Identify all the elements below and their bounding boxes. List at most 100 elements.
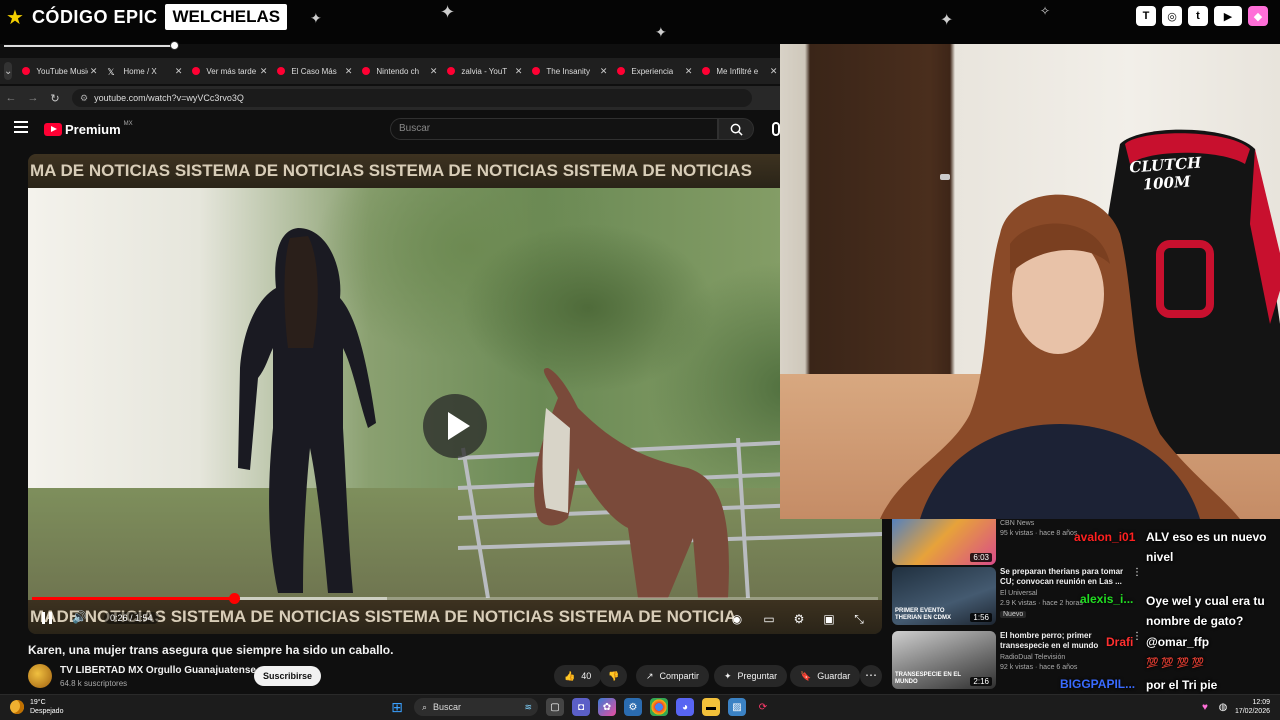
search-button[interactable] bbox=[718, 118, 754, 140]
subtitles-icon[interactable]: ▭ bbox=[758, 608, 780, 630]
recommended-channel[interactable]: El Universal bbox=[1000, 590, 1037, 597]
teams-icon[interactable]: ◘ bbox=[572, 698, 590, 716]
brand-name: WELCHELAS bbox=[165, 4, 288, 30]
sparkle-ask-icon: ✦ bbox=[724, 671, 732, 681]
weather-condition: Despejado bbox=[30, 708, 64, 715]
sparkle-icon: ✦ bbox=[655, 24, 667, 40]
chrome-icon[interactable] bbox=[650, 698, 668, 716]
tab-label: Experiencia bbox=[631, 66, 674, 76]
video-controls: 🔊 0:26 / 1:54 ◉ ▭ ⚙ ▣ ⤡ bbox=[28, 604, 882, 634]
chat-username: avalon_i01 bbox=[1074, 530, 1136, 544]
microphone-icon[interactable] bbox=[772, 122, 780, 136]
tab-close-icon[interactable]: ✕ bbox=[770, 66, 778, 77]
share-button[interactable]: ↗ Compartir bbox=[636, 665, 710, 687]
discord-icon[interactable]: ◕ bbox=[676, 698, 694, 716]
browser-tab[interactable]: Me Infiltré e ✕ bbox=[698, 60, 783, 82]
forward-icon[interactable]: → bbox=[22, 92, 44, 104]
browser-tab[interactable]: zalvia - YouT ✕ bbox=[443, 60, 528, 82]
chat-message: Oye wel y cual era tu bbox=[1146, 594, 1265, 608]
youtube-favicon-icon bbox=[447, 67, 456, 75]
dislike-button[interactable]: 👎 bbox=[600, 665, 628, 687]
copilot-icon[interactable]: ✿ bbox=[598, 698, 616, 716]
site-info-icon[interactable]: ⚙ bbox=[80, 93, 88, 104]
recommended-meta: 92 k vistas · hace 6 años bbox=[1000, 664, 1078, 671]
tab-close-icon[interactable]: ✕ bbox=[515, 66, 523, 77]
youtube-logo[interactable]: Premium MX bbox=[44, 121, 133, 137]
like-button[interactable]: 👍 40 bbox=[554, 665, 602, 687]
menu-icon[interactable] bbox=[14, 121, 28, 133]
autoplay-toggle-icon[interactable]: ◉ bbox=[726, 608, 748, 630]
pause-icon[interactable] bbox=[42, 612, 52, 624]
recommended-meta: 95 k vistas · hace 8 años bbox=[1000, 530, 1078, 537]
tab-close-icon[interactable]: ✕ bbox=[175, 66, 183, 77]
photos-icon[interactable]: ▨ bbox=[728, 698, 746, 716]
tab-close-icon[interactable]: ✕ bbox=[600, 66, 608, 77]
search-input[interactable]: Buscar bbox=[390, 118, 718, 140]
sparkle-icon: ✦ bbox=[940, 12, 954, 29]
tab-close-icon[interactable]: ✕ bbox=[685, 66, 693, 77]
video-thumbnail[interactable]: TRANSESPECIE EN EL MUNDO 2:16 bbox=[892, 631, 996, 689]
browser-address-row: ← → ↻ ⚙ youtube.com/watch?v=wyVCc3rvo3Q bbox=[0, 86, 780, 110]
gem-icon: ◆ bbox=[1248, 6, 1268, 26]
tab-label: Nintendo ch bbox=[376, 66, 420, 76]
tab-close-icon[interactable]: ✕ bbox=[260, 66, 268, 77]
volume-icon[interactable]: 🔊 bbox=[72, 610, 87, 624]
windows-start-icon[interactable]: ⊞ bbox=[388, 698, 406, 716]
browser-tab[interactable]: El Caso Más ✕ bbox=[273, 60, 358, 82]
network-icon[interactable]: ◍ bbox=[1217, 698, 1229, 716]
browser-tab[interactable]: The Insanity ✕ bbox=[528, 60, 613, 82]
thumbs-down-icon: 👎 bbox=[608, 671, 620, 681]
browser-tab[interactable]: YouTube Music ✕ bbox=[18, 60, 103, 82]
recommended-channel[interactable]: CBN News bbox=[1000, 520, 1034, 527]
channel-name[interactable]: TV LIBERTAD MX Orgullo Guanajuatense bbox=[60, 665, 256, 676]
task-view-icon[interactable]: ▢ bbox=[546, 698, 564, 716]
recommended-channel[interactable]: RadioDual Televisión bbox=[1000, 654, 1065, 661]
video-thumbnail[interactable]: PRIMER EVENTO THERIAN EN CDMX 1:56 bbox=[892, 567, 996, 625]
more-options-icon[interactable]: ⋮ bbox=[1132, 631, 1141, 642]
tab-close-icon[interactable]: ✕ bbox=[345, 66, 353, 77]
video-thumbnail[interactable]: 6:03 bbox=[892, 519, 996, 565]
miniplayer-icon[interactable]: ▣ bbox=[818, 608, 840, 630]
recommended-title[interactable]: Se preparan therians para tomar CU; conv… bbox=[1000, 567, 1138, 587]
video-progress-bar[interactable] bbox=[32, 593, 878, 604]
tab-label: The Insanity bbox=[546, 66, 590, 76]
heart-tray-icon[interactable]: ♥ bbox=[1199, 698, 1211, 716]
tab-close-icon[interactable]: ✕ bbox=[90, 66, 98, 77]
more-actions-button[interactable]: ⋯ bbox=[860, 665, 882, 687]
browser-tab[interactable]: 𝕏 Home / X ✕ bbox=[103, 60, 188, 82]
chat-username: Drafi bbox=[1106, 635, 1134, 649]
big-play-button[interactable] bbox=[423, 394, 487, 458]
reload-icon[interactable]: ↻ bbox=[44, 92, 66, 105]
obs-app-icon[interactable]: ⟳ bbox=[754, 698, 772, 716]
subscribe-button[interactable]: Suscribirse bbox=[254, 666, 322, 686]
ask-button[interactable]: ✦ Preguntar bbox=[714, 665, 788, 687]
settings-icon[interactable]: ⚙ bbox=[788, 608, 810, 630]
browser-tab[interactable]: Ver más tarde ✕ bbox=[188, 60, 273, 82]
taskbar-search[interactable]: ⌕ Buscar ≋ bbox=[414, 698, 538, 716]
channel-avatar[interactable] bbox=[28, 664, 52, 688]
scrubber-handle[interactable] bbox=[228, 593, 240, 604]
back-icon[interactable]: ← bbox=[0, 92, 22, 104]
youtube-favicon-icon bbox=[362, 67, 371, 75]
browser-tab[interactable]: Experiencia ✕ bbox=[613, 60, 698, 82]
weather-widget[interactable]: 19°C Despejado bbox=[10, 698, 63, 716]
thumbnail-caption: PRIMER EVENTO THERIAN EN CDMX bbox=[895, 608, 952, 621]
save-button[interactable]: 🔖 Guardar bbox=[790, 665, 861, 687]
browser-tab[interactable]: Nintendo ch ✕ bbox=[358, 60, 443, 82]
youtube-logo-text: Premium bbox=[65, 122, 121, 137]
webcam-feed: CLUTCH 100M bbox=[780, 44, 1280, 519]
clock-date: 17/02/2026 bbox=[1234, 708, 1270, 715]
file-explorer-icon[interactable]: ▬ bbox=[702, 698, 720, 716]
tab-close-icon[interactable]: ✕ bbox=[430, 66, 438, 77]
sparkle-icon: ✦ bbox=[440, 2, 456, 22]
video-player[interactable]: MA DE NOTICIAS SISTEMA DE NOTICIAS SISTE… bbox=[28, 154, 882, 634]
overlay-brand: ★ CÓDIGO EPIC WELCHELAS bbox=[6, 4, 288, 30]
more-options-icon[interactable]: ⋮ bbox=[1132, 567, 1141, 578]
address-bar[interactable]: ⚙ youtube.com/watch?v=wyVCc3rvo3Q bbox=[72, 89, 752, 107]
taskbar-clock[interactable]: 12:09 17/02/2026 bbox=[1235, 698, 1270, 716]
settings-app-icon[interactable]: ⚙ bbox=[624, 698, 642, 716]
video-duration: 6:03 bbox=[970, 553, 992, 562]
tab-search-button[interactable]: ⌄ bbox=[4, 62, 13, 80]
fullscreen-icon[interactable]: ⤡ bbox=[848, 608, 870, 630]
chat-username: BIGGPAPIL... bbox=[1060, 677, 1136, 691]
